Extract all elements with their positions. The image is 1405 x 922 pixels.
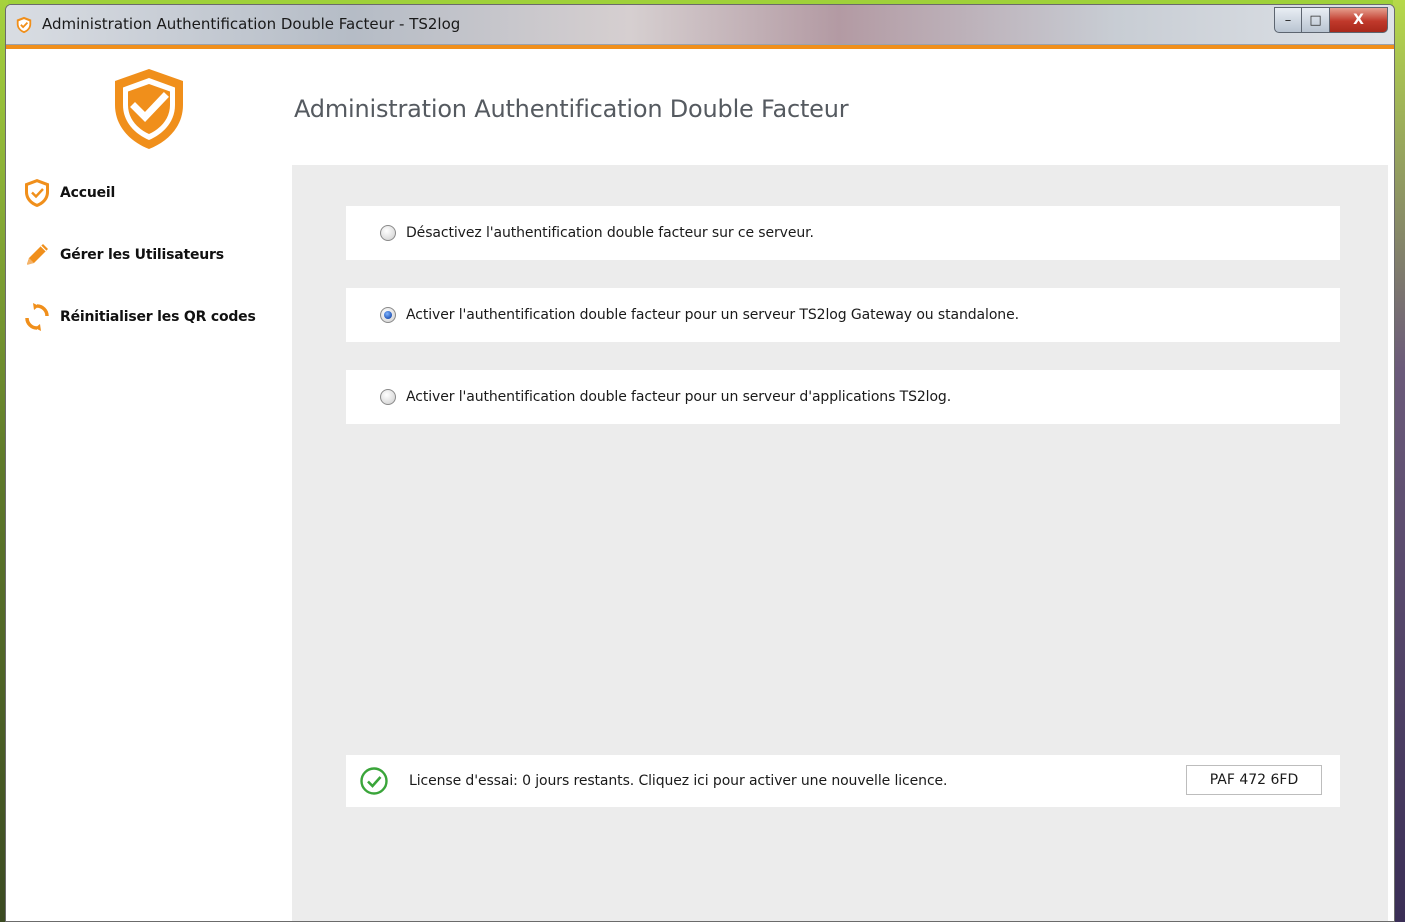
accent-divider [6,45,1394,49]
page-title: Administration Authentification Double F… [294,95,849,123]
radio-desactiver[interactable] [380,225,396,241]
app-window: Administration Authentification Double F… [5,4,1395,922]
option-desactiver[interactable]: Désactivez l'authentification double fac… [346,206,1340,260]
option-activer-gateway[interactable]: Activer l'authentification double facteu… [346,288,1340,342]
sidebar-item-accueil[interactable]: Accueil [20,175,260,211]
check-circle-icon [360,767,388,795]
sidebar-item-label: Accueil [60,185,116,201]
minimize-button[interactable]: – [1274,7,1302,33]
close-button[interactable]: X [1330,7,1388,33]
sidebar-item-gerer-utilisateurs[interactable]: Gérer les Utilisateurs [20,237,260,273]
window-controls: – □ X [1274,7,1388,33]
sidebar-item-label: Réinitialiser les QR codes [60,309,256,325]
sidebar-item-label: Gérer les Utilisateurs [60,247,224,263]
option-label: Désactivez l'authentification double fac… [406,225,814,241]
license-link[interactable]: License d'essai: 0 jours restants. Cliqu… [409,773,948,789]
radio-activer-applications[interactable] [380,389,396,405]
radio-activer-gateway[interactable] [380,307,396,323]
shield-check-icon [115,69,183,149]
window-title: Administration Authentification Double F… [42,15,461,33]
option-label: Activer l'authentification double facteu… [406,307,1019,323]
app-shield-icon [16,16,32,34]
refresh-icon [22,302,52,332]
option-activer-applications[interactable]: Activer l'authentification double facteu… [346,370,1340,424]
content-panel: Désactivez l'authentification double fac… [292,165,1388,921]
minimize-icon: – [1284,12,1292,28]
maximize-button[interactable]: □ [1302,7,1330,33]
close-icon: X [1353,12,1364,28]
license-bar: License d'essai: 0 jours restants. Cliqu… [346,755,1340,807]
pencil-icon [22,240,52,270]
title-bar[interactable]: Administration Authentification Double F… [6,5,1394,45]
shield-check-icon [22,178,52,208]
maximize-icon: □ [1309,12,1322,28]
sidebar-item-reinitialiser-qr[interactable]: Réinitialiser les QR codes [20,299,260,335]
license-code-field[interactable]: PAF 472 6FD [1186,765,1322,795]
option-label: Activer l'authentification double facteu… [406,389,952,405]
